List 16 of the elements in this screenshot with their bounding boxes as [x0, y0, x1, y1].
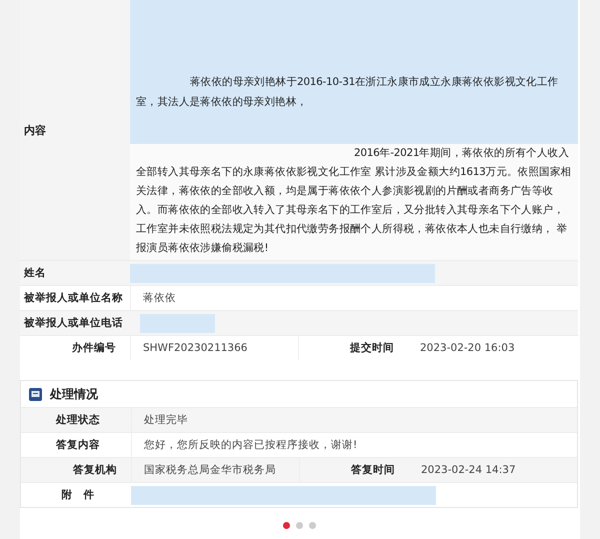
field-label: 答复内容: [55, 438, 101, 453]
field-value: SHWF20230211366: [130, 336, 298, 360]
section-title: 处理情况: [50, 386, 98, 402]
field-label: 处理状态: [54, 413, 101, 428]
field-label: 姓名: [22, 266, 47, 281]
field-label: 被举报人或单位电话: [22, 316, 124, 331]
field-label: 内容: [23, 122, 47, 138]
field-value: 2023-02-24 14:37: [420, 463, 517, 478]
field-label: 提交时间: [298, 336, 408, 360]
field-label: 办件编号: [70, 341, 117, 356]
field-label: 附 件: [60, 488, 96, 503]
field-value: 2023-02-20 16:03: [419, 341, 516, 356]
report-paragraph: 2016年-2021年期间，蒋依依的所有个人收入全部转入其母亲名下的永康蒋依依影视文化工作室 累计涉及金额大约1613万元。依照国家相关法律，蒋依依的全部收入额，均是属于蒋依依个人参演影视剧的片酬或者商务广告等收入。而蒋依依的全部收入转入了其母亲名下的工作室后，又分批转入其母亲名下个人账户，工作室并未依照税法规定为其代扣代缴劳务报酬个人所得税，蒋依依本人也未自行缴纳， 举报演员蒋依依涉嫌偷税漏税!: [135, 146, 572, 256]
field-label: 答复机构: [72, 463, 118, 478]
report-paragraph: 蒋依依的母亲刘艳林于2016-10-31在浙江永康市成立永康蒋依依影视文化工作室，其法人是蒋依依的母亲刘艳林，: [130, 72, 578, 114]
field-label: 被举报人或单位名称: [22, 291, 124, 306]
